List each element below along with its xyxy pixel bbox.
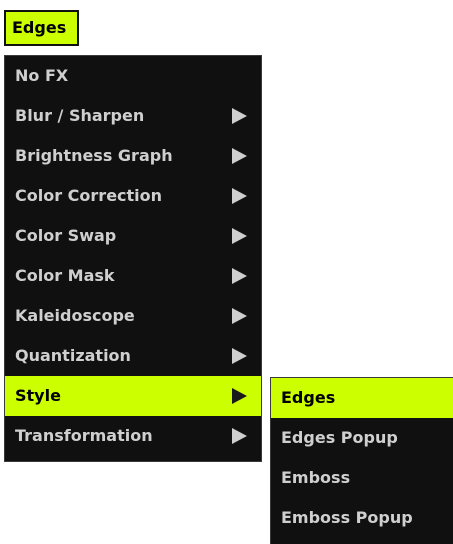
menu-item-color-correction[interactable]: Color Correction <box>5 176 261 216</box>
submenu-item-edges[interactable]: Edges <box>271 378 453 418</box>
menu-item-label: Edges Popup <box>281 428 398 447</box>
menu-item-label: Transformation <box>15 426 153 445</box>
menu-item-label: Quantization <box>15 346 131 365</box>
menu-item-label: Edges <box>281 388 336 407</box>
chevron-right-icon <box>232 308 247 324</box>
effects-category-menu: No FX Blur / Sharpen Brightness Graph Co… <box>4 55 262 462</box>
menu-item-label: No FX <box>15 66 69 85</box>
chevron-right-icon <box>232 428 247 444</box>
effects-picker: Edges No FX Blur / Sharpen Brightness Gr… <box>0 0 453 544</box>
submenu-item-emboss[interactable]: Emboss <box>271 458 453 498</box>
menu-item-no-fx[interactable]: No FX <box>5 56 261 96</box>
menu-item-label: Color Swap <box>15 226 117 245</box>
menu-item-brightness-graph[interactable]: Brightness Graph <box>5 136 261 176</box>
menu-item-label: Emboss Popup <box>281 508 413 527</box>
menu-item-label: Style <box>15 386 61 405</box>
menu-item-label: Emboss <box>281 468 351 487</box>
menu-item-label: Brightness Graph <box>15 146 173 165</box>
menu-item-style[interactable]: Style <box>5 376 261 416</box>
menu-item-kaleidoscope[interactable]: Kaleidoscope <box>5 296 261 336</box>
submenu-item-emboss-popup[interactable]: Emboss Popup <box>271 498 453 538</box>
menu-item-label: Blur / Sharpen <box>15 106 145 125</box>
menu-item-color-mask[interactable]: Color Mask <box>5 256 261 296</box>
chevron-right-icon <box>232 228 247 244</box>
menu-item-color-swap[interactable]: Color Swap <box>5 216 261 256</box>
chevron-right-icon <box>232 388 247 404</box>
chevron-right-icon <box>232 348 247 364</box>
menu-item-label: Color Correction <box>15 186 163 205</box>
menu-item-quantization[interactable]: Quantization <box>5 336 261 376</box>
menu-item-blur-sharpen[interactable]: Blur / Sharpen <box>5 96 261 136</box>
effect-dropdown-button[interactable]: Edges <box>4 10 79 46</box>
submenu-item-edges-popup[interactable]: Edges Popup <box>271 418 453 458</box>
menu-item-transformation[interactable]: Transformation <box>5 416 261 456</box>
menu-item-label: Kaleidoscope <box>15 306 135 325</box>
chevron-right-icon <box>232 148 247 164</box>
chevron-right-icon <box>232 108 247 124</box>
style-submenu: Edges Edges Popup Emboss Emboss Popup <box>270 377 453 544</box>
chevron-right-icon <box>232 268 247 284</box>
menu-item-label: Color Mask <box>15 266 115 285</box>
chevron-right-icon <box>232 188 247 204</box>
